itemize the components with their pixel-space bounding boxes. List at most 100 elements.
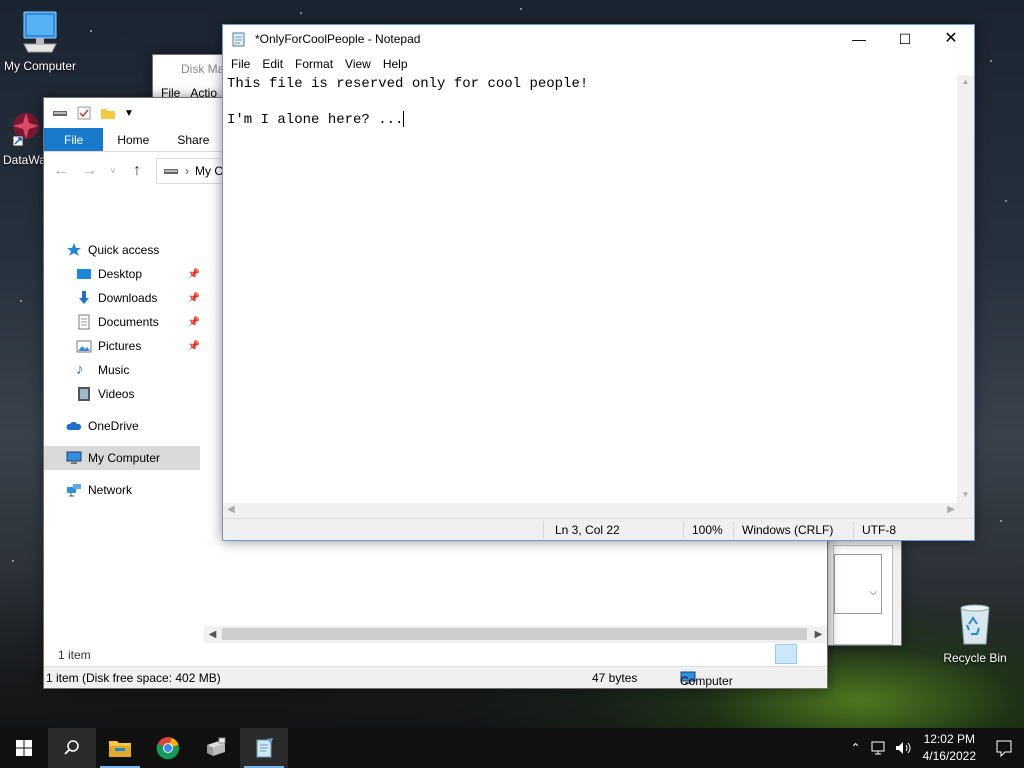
nav-network[interactable]: Network bbox=[44, 478, 204, 502]
nav-label: OneDrive bbox=[88, 419, 139, 433]
scrollbar-thumb[interactable] bbox=[222, 628, 807, 640]
taskbar-file-explorer[interactable] bbox=[96, 728, 144, 768]
menu-edit[interactable]: Edit bbox=[256, 57, 289, 71]
start-icon bbox=[16, 740, 32, 756]
text-line: I'm I alone here? ... bbox=[227, 112, 404, 128]
cloud-icon bbox=[66, 421, 82, 430]
computer-icon bbox=[66, 451, 82, 464]
large-icons-view-icon[interactable] bbox=[799, 644, 821, 664]
nav-label: Network bbox=[88, 483, 133, 497]
notepad-window[interactable]: *OnlyForCoolPeople - Notepad — ☐ ✕ File … bbox=[222, 24, 975, 541]
tab-share[interactable]: Share bbox=[163, 128, 223, 151]
system-tray: ⌃ 12:02 PM 4/16/2022 bbox=[845, 728, 1024, 768]
text-editor[interactable]: This file is reserved only for cool peop… bbox=[223, 75, 959, 519]
up-icon[interactable]: ↑ bbox=[128, 162, 146, 180]
maximize-button[interactable]: ☐ bbox=[882, 25, 928, 53]
datawa-icon bbox=[12, 113, 39, 147]
pin-icon[interactable]: 📌 bbox=[188, 341, 200, 352]
disk-management-pane: ⌵ bbox=[833, 545, 893, 645]
notifications-icon[interactable] bbox=[984, 728, 1024, 768]
nav-music[interactable]: ♪ Music bbox=[44, 358, 204, 382]
start-button[interactable] bbox=[0, 728, 48, 768]
chrome-icon bbox=[156, 737, 180, 760]
status-free-space: 1 item (Disk free space: 402 MB) bbox=[46, 671, 221, 685]
horizontal-scrollbar[interactable]: ◀ ▶ bbox=[204, 626, 827, 643]
nav-documents[interactable]: Documents 📌 bbox=[44, 310, 204, 334]
desktop-folder-icon bbox=[77, 269, 91, 279]
desktop-icon-label: My Computer bbox=[3, 59, 77, 73]
status-location-label: Computer bbox=[680, 674, 733, 688]
nav-pictures[interactable]: Pictures 📌 bbox=[44, 334, 204, 358]
search-icon bbox=[64, 740, 79, 755]
file-explorer-icon bbox=[109, 741, 131, 757]
nav-downloads[interactable]: Downloads 📌 bbox=[44, 286, 204, 310]
network-icon bbox=[67, 484, 81, 497]
text-line: This file is reserved only for cool peop… bbox=[227, 76, 589, 92]
tab-home[interactable]: Home bbox=[103, 128, 163, 151]
nav-label: Downloads bbox=[98, 291, 158, 305]
menu-help[interactable]: Help bbox=[377, 57, 414, 71]
notepad-titlebar[interactable]: *OnlyForCoolPeople - Notepad — ☐ ✕ bbox=[223, 25, 974, 53]
clock[interactable]: 12:02 PM 4/16/2022 bbox=[915, 731, 984, 765]
taskbar-chrome[interactable] bbox=[144, 728, 192, 768]
nav-desktop[interactable]: Desktop 📌 bbox=[44, 262, 204, 286]
menu-file[interactable]: File bbox=[225, 57, 256, 71]
nav-label: Pictures bbox=[98, 339, 142, 353]
search-button[interactable] bbox=[48, 728, 96, 768]
taskbar-notepad[interactable] bbox=[240, 728, 288, 768]
nav-videos[interactable]: Videos bbox=[44, 382, 204, 406]
notepad-icon bbox=[232, 32, 245, 47]
pin-icon[interactable]: 📌 bbox=[188, 293, 200, 304]
scroll-down-icon[interactable]: ▼ bbox=[957, 490, 974, 499]
close-button[interactable]: ✕ bbox=[928, 25, 974, 53]
back-icon[interactable]: ← bbox=[52, 162, 70, 180]
pin-icon[interactable]: 📌 bbox=[188, 317, 200, 328]
desktop-icon-recycle-bin[interactable]: Recycle Bin bbox=[935, 602, 1015, 665]
nav-my-computer[interactable]: My Computer bbox=[44, 446, 200, 470]
desktop: My Computer DataWa Recycle Bin Disk Ma F… bbox=[0, 0, 1024, 728]
chevron-up-icon[interactable]: ⌃ bbox=[845, 741, 867, 755]
status-line-ending: Windows (CRLF) bbox=[742, 523, 834, 537]
nav-label: Documents bbox=[98, 315, 159, 329]
tab-file[interactable]: File bbox=[44, 128, 104, 151]
view-buttons bbox=[775, 644, 821, 664]
volume-icon[interactable] bbox=[894, 740, 912, 756]
scroll-left-icon[interactable]: ◀ bbox=[204, 626, 221, 643]
forward-icon[interactable]: → bbox=[80, 162, 98, 180]
menu-view[interactable]: View bbox=[339, 57, 377, 71]
desktop-icon-my-computer[interactable]: My Computer bbox=[0, 10, 80, 73]
scroll-up-icon[interactable]: ▲ bbox=[957, 77, 974, 86]
nav-onedrive[interactable]: OneDrive bbox=[44, 414, 204, 438]
vertical-scrollbar[interactable]: ▲ ▼ bbox=[957, 75, 974, 519]
drive-icon[interactable] bbox=[52, 105, 68, 121]
nav-quick-access[interactable]: Quick access bbox=[44, 238, 204, 262]
details-view-icon[interactable] bbox=[775, 644, 797, 664]
network-icon[interactable] bbox=[870, 740, 888, 756]
status-zoom: 100% bbox=[692, 523, 723, 537]
pin-icon[interactable]: 📌 bbox=[188, 269, 200, 280]
minimize-button[interactable]: — bbox=[836, 25, 882, 53]
new-folder-icon[interactable] bbox=[100, 105, 116, 121]
clock-date: 4/16/2022 bbox=[922, 749, 976, 763]
dropdown-box[interactable]: ⌵ bbox=[834, 554, 882, 614]
menu-format[interactable]: Format bbox=[289, 57, 339, 71]
properties-icon[interactable] bbox=[76, 105, 92, 121]
scroll-right-icon[interactable]: ▶ bbox=[947, 504, 955, 515]
status-line-col: Ln 3, Col 22 bbox=[555, 523, 620, 537]
notepad-menubar: File Edit Format View Help bbox=[223, 53, 974, 75]
explorer-status-bar: 1 item (Disk free space: 402 MB) 47 byte… bbox=[44, 666, 827, 688]
status-size: 47 bytes bbox=[592, 671, 638, 685]
music-icon: ♪ bbox=[76, 361, 84, 378]
desktop-icon-datawa[interactable]: DataWa bbox=[0, 108, 48, 167]
clock-time: 12:02 PM bbox=[923, 732, 975, 746]
taskbar-computer-management[interactable] bbox=[192, 728, 240, 768]
chevron-down-icon[interactable]: ▼ bbox=[124, 108, 134, 119]
item-count: 1 item bbox=[58, 648, 91, 662]
navigation-pane: Quick access Desktop 📌 Downloads 📌 Docum… bbox=[44, 238, 204, 502]
desktop-icon-label: Recycle Bin bbox=[943, 651, 1007, 665]
scroll-right-icon[interactable]: ▶ bbox=[810, 626, 827, 643]
scroll-left-icon[interactable]: ◀ bbox=[227, 504, 235, 515]
recent-locations-icon[interactable]: ˅ bbox=[108, 162, 118, 180]
desktop-icon-label: DataWa bbox=[3, 153, 46, 167]
recycle-bin-icon bbox=[960, 604, 990, 645]
